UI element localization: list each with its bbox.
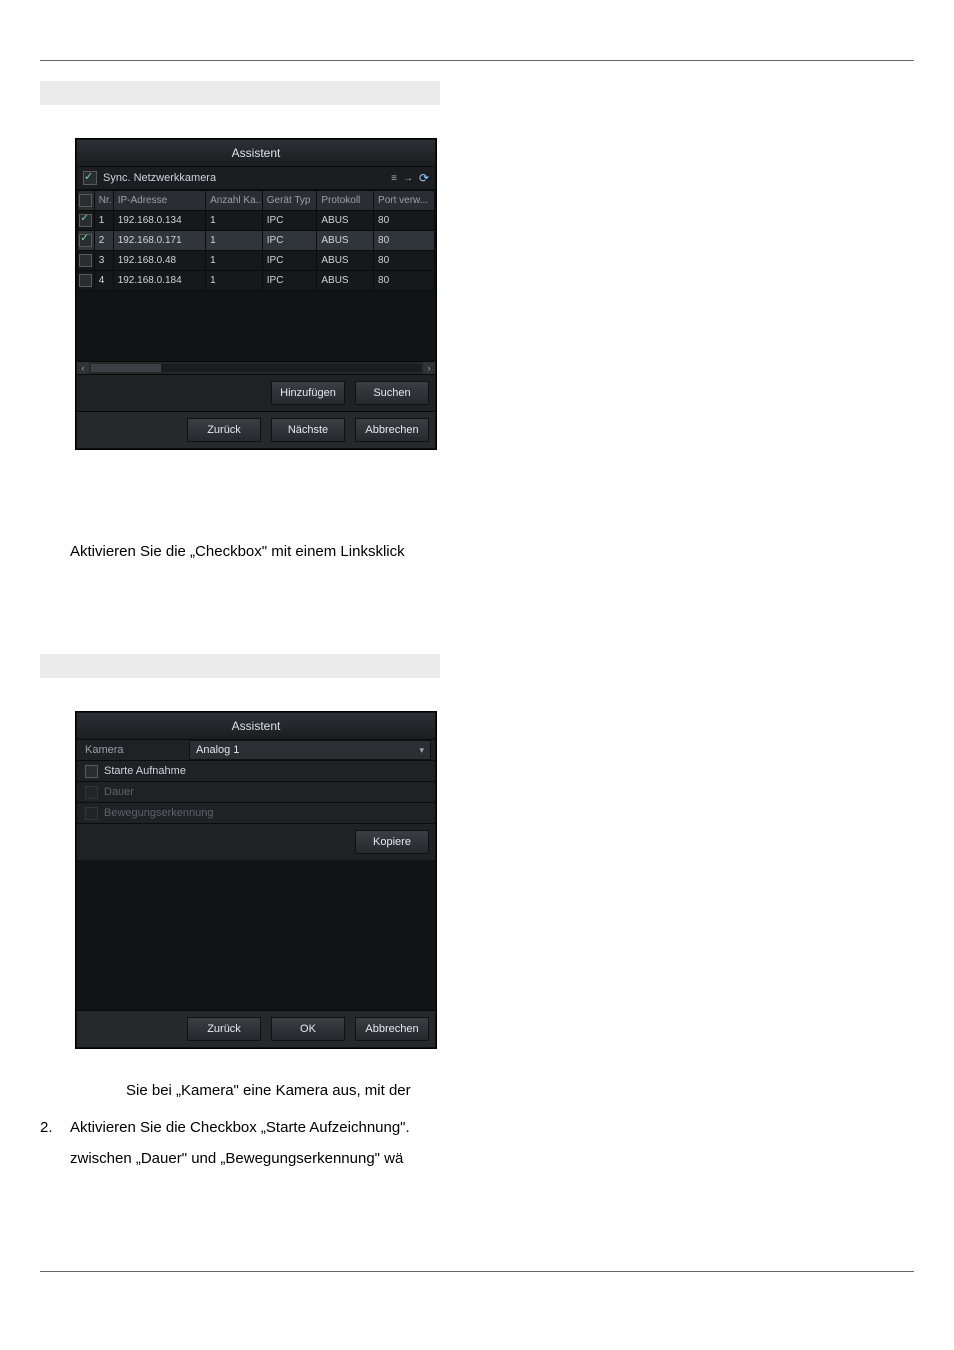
cell-nr: 4 (94, 271, 113, 291)
kamera-label: Kamera (77, 744, 185, 756)
cell-anzahl: 1 (206, 251, 263, 271)
step-2: 2. Aktivieren Sie die Checkbox „Starte A… (40, 1119, 914, 1136)
row-checkbox-cell[interactable] (78, 231, 95, 251)
scroll-left-button[interactable]: ‹ (77, 362, 89, 374)
table-empty-area (77, 291, 435, 361)
row-checkbox[interactable] (79, 274, 92, 287)
scroll-right-button[interactable]: › (423, 362, 435, 374)
cell-proto: ABUS (317, 271, 374, 291)
zurueck-button[interactable]: Zurück (187, 418, 261, 442)
zurueck-button-2[interactable]: Zurück (187, 1017, 261, 1041)
cell-port: 80 (374, 271, 435, 291)
cell-proto: ABUS (317, 211, 374, 231)
assistent-title-2: Assistent (77, 713, 435, 740)
suchen-button[interactable]: Suchen (355, 381, 429, 405)
bewegungserkennung-label: Bewegungserkennung (104, 807, 213, 819)
step-2-number: 2. (40, 1119, 70, 1136)
ok-button[interactable]: OK (271, 1017, 345, 1041)
starte-aufnahme-label: Starte Aufnahme (104, 765, 186, 777)
text-dauer-bewegung: zwischen „Dauer" und „Bewegungserkennung… (70, 1148, 914, 1169)
starte-aufnahme-checkbox[interactable] (85, 765, 98, 778)
cell-typ: IPC (262, 251, 317, 271)
table-row[interactable]: 2192.168.0.1711IPCABUS80 (78, 231, 435, 251)
cell-anzahl: 1 (206, 271, 263, 291)
cell-ip: 192.168.0.171 (113, 231, 205, 251)
row-checkbox[interactable] (79, 234, 92, 247)
cell-typ: IPC (262, 271, 317, 291)
assistent-window-netcam: Assistent Sync. Netzwerkkamera (76, 139, 436, 449)
cell-typ: IPC (262, 231, 317, 251)
top-rule (40, 60, 914, 61)
dauer-row: Dauer (77, 782, 435, 803)
cell-port: 80 (374, 231, 435, 251)
dauer-checkbox[interactable] (85, 786, 98, 799)
col-header-port: Port verw... (374, 191, 435, 211)
col-header-nr: Nr. (94, 191, 113, 211)
row-checkbox-cell[interactable] (78, 211, 95, 231)
cell-nr: 1 (94, 211, 113, 231)
col-header-typ: Gerät Typ (262, 191, 317, 211)
section-header-bar-1 (40, 81, 440, 105)
cell-port: 80 (374, 211, 435, 231)
sync-netzwerkkamera-label: Sync. Netzwerkkamera (103, 172, 391, 184)
row-checkbox[interactable] (79, 214, 92, 227)
kopiere-button[interactable]: Kopiere (355, 830, 429, 854)
hinzufuegen-button[interactable]: Hinzufügen (271, 381, 345, 405)
refresh-icon[interactable] (419, 171, 429, 185)
cell-anzahl: 1 (206, 231, 263, 251)
row-checkbox-cell[interactable] (78, 271, 95, 291)
cell-ip: 192.168.0.48 (113, 251, 205, 271)
kamera-select[interactable]: Analog 1 (189, 740, 431, 760)
assistent-window-record: Assistent Kamera Analog 1 Starte Aufnahm… (76, 712, 436, 1048)
col-header-checkbox[interactable] (78, 191, 95, 211)
scroll-thumb[interactable] (91, 364, 161, 372)
abbrechen-button-2[interactable]: Abbrechen (355, 1017, 429, 1041)
section-header-bar-2 (40, 654, 440, 678)
instruction-checkbox-leftclick: Aktivieren Sie die „Checkbox" mit einem … (70, 541, 914, 562)
kamera-select-value: Analog 1 (196, 744, 239, 756)
sync-netzwerkkamera-checkbox[interactable] (83, 171, 97, 185)
table-row[interactable]: 1192.168.0.1341IPCABUS80 (78, 211, 435, 231)
naechste-button[interactable]: Nächste (271, 418, 345, 442)
cell-typ: IPC (262, 211, 317, 231)
camera-table: Nr. IP-Adresse Anzahl Ka... Gerät Typ Pr… (77, 190, 435, 291)
table-row[interactable]: 3192.168.0.481IPCABUS80 (78, 251, 435, 271)
bewegungserkennung-checkbox[interactable] (85, 807, 98, 820)
record-empty-area (77, 860, 435, 1010)
col-header-proto: Protokoll (317, 191, 374, 211)
assistent-title: Assistent (77, 140, 435, 167)
bottom-rule (40, 1271, 914, 1272)
cell-anzahl: 1 (206, 211, 263, 231)
cell-nr: 2 (94, 231, 113, 251)
col-header-anzahl: Anzahl Ka... (206, 191, 263, 211)
cell-port: 80 (374, 251, 435, 271)
row-checkbox-cell[interactable] (78, 251, 95, 271)
horizontal-scrollbar[interactable]: ‹ › (77, 361, 435, 375)
row-checkbox[interactable] (79, 254, 92, 267)
text-select-kamera: Sie bei „Kamera" eine Kamera aus, mit de… (126, 1080, 914, 1101)
cell-ip: 192.168.0.134 (113, 211, 205, 231)
bewegungserkennung-row: Bewegungserkennung (77, 803, 435, 824)
dauer-label: Dauer (104, 786, 134, 798)
scroll-track[interactable] (91, 364, 421, 372)
cell-ip: 192.168.0.184 (113, 271, 205, 291)
table-row[interactable]: 4192.168.0.1841IPCABUS80 (78, 271, 435, 291)
cell-proto: ABUS (317, 251, 374, 271)
col-header-ip: IP-Adresse (113, 191, 205, 211)
abbrechen-button[interactable]: Abbrechen (355, 418, 429, 442)
kamera-row: Kamera Analog 1 (77, 740, 435, 761)
arrow-icon (403, 172, 413, 184)
cell-proto: ABUS (317, 231, 374, 251)
starte-aufnahme-row: Starte Aufnahme (77, 761, 435, 782)
sync-netzwerkkamera-row: Sync. Netzwerkkamera (77, 167, 435, 190)
step-2-text: Aktivieren Sie die Checkbox „Starte Aufz… (70, 1119, 410, 1136)
cell-nr: 3 (94, 251, 113, 271)
list-icon[interactable] (391, 172, 397, 184)
